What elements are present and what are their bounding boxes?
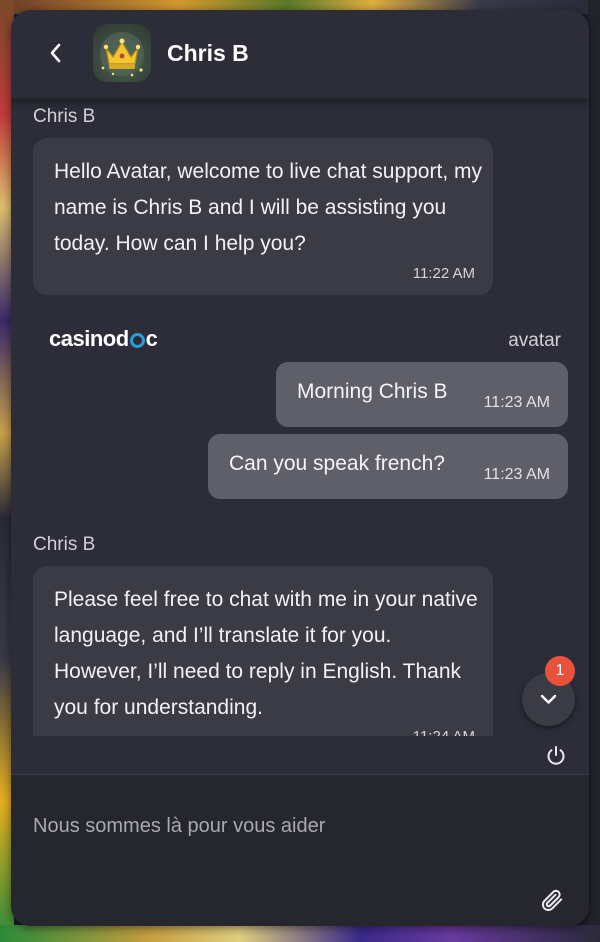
background-game-tiles-bottom [0,925,600,942]
unread-count-badge: 1 [545,656,575,686]
message-time: 11:23 AM [483,466,550,483]
message-time: 11:24 AM [413,728,475,736]
chat-header: Chris B [11,10,589,100]
end-chat-button[interactable] [544,744,568,768]
message-text: Hello Avatar, welcome to live chat suppo… [54,160,482,255]
attach-file-button[interactable] [539,887,565,913]
message-time: 11:23 AM [483,394,550,411]
message-time: 11:22 AM [412,265,475,282]
crown-icon [100,32,144,77]
paperclip-icon [541,889,563,912]
message-text: Can you speak french? [229,452,445,475]
back-button[interactable] [43,38,69,68]
background-right-edge [588,0,600,942]
chat-widget: Chris B Chris B Hello Avatar, welcome to… [11,10,589,926]
message-text: Morning Chris B [297,380,448,403]
message-text: Please feel free to chat with me in your… [54,588,478,719]
chevron-left-icon [50,43,61,63]
user-message-bubble: Can you speak french? 11:23 AM [208,434,568,499]
agent-message-bubble: Hello Avatar, welcome to live chat suppo… [33,138,493,295]
agent-sender-label: Chris B [33,106,96,127]
agent-name-title: Chris B [167,40,249,66]
message-composer [11,774,589,926]
user-message-bubble: Morning Chris B 11:23 AM [276,362,568,427]
message-list[interactable]: Chris B Hello Avatar, welcome to live ch… [11,98,589,736]
agent-message-bubble: Please feel free to chat with me in your… [33,566,493,736]
agent-sender-label: Chris B [33,534,96,555]
agent-avatar [93,24,151,82]
user-sender-label: avatar [508,330,561,351]
power-icon [547,746,565,765]
casinodoc-logo: casinod c [49,326,158,351]
message-input[interactable] [31,795,555,857]
